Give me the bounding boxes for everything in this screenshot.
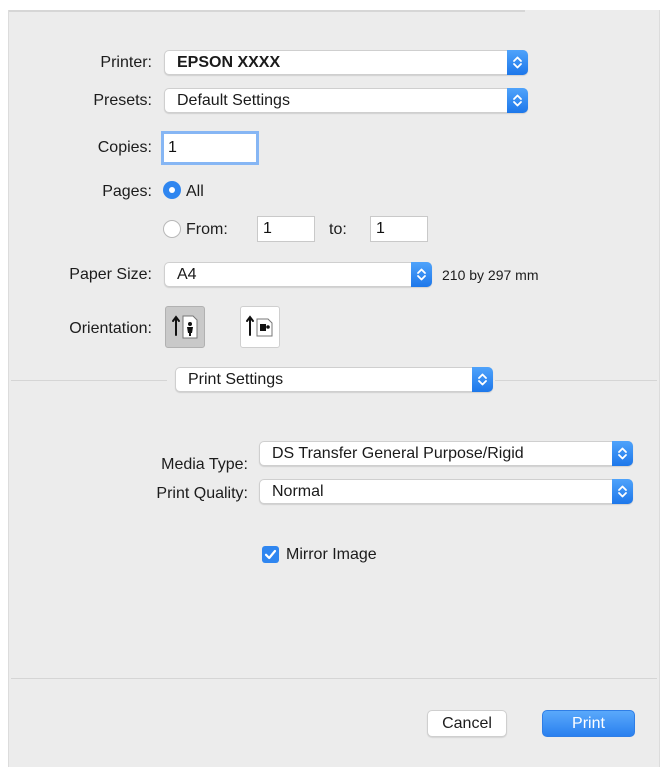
orientation-label: Orientation: bbox=[69, 320, 152, 337]
paper-size-label: Paper Size: bbox=[69, 266, 152, 283]
pages-from-value: 1 bbox=[263, 220, 272, 237]
presets-value: Default Settings bbox=[177, 92, 290, 109]
separator-right bbox=[495, 380, 657, 381]
print-dialog: Printer: EPSON XXXX Presets: Default Set… bbox=[8, 10, 660, 767]
pages-to-label: to: bbox=[329, 221, 347, 238]
mirror-image-checkbox[interactable] bbox=[262, 546, 279, 563]
print-quality-label: Print Quality: bbox=[156, 485, 248, 502]
pages-label: Pages: bbox=[102, 183, 152, 200]
chevron-updown-icon bbox=[411, 262, 432, 287]
chevron-updown-icon bbox=[612, 441, 633, 466]
pages-to-field[interactable]: 1 bbox=[370, 216, 428, 242]
pages-all-radio[interactable] bbox=[163, 181, 181, 199]
print-quality-popup[interactable]: Normal bbox=[259, 479, 633, 504]
copies-value: 1 bbox=[168, 139, 177, 156]
separator-bottom bbox=[11, 678, 657, 679]
presets-label: Presets: bbox=[93, 92, 152, 109]
chevron-updown-icon bbox=[472, 367, 493, 392]
print-quality-value: Normal bbox=[272, 483, 324, 500]
dialog-top-edge bbox=[9, 10, 525, 12]
printer-label: Printer: bbox=[100, 54, 152, 71]
checkmark-icon bbox=[264, 549, 277, 560]
paper-size-popup[interactable]: A4 bbox=[164, 262, 432, 287]
media-type-label: Media Type: bbox=[161, 456, 248, 473]
printer-popup[interactable]: EPSON XXXX bbox=[164, 50, 528, 75]
pages-to-value: 1 bbox=[376, 220, 385, 237]
pages-from-label: From: bbox=[186, 221, 228, 238]
presets-popup[interactable]: Default Settings bbox=[164, 88, 528, 113]
chevron-updown-icon bbox=[507, 88, 528, 113]
cancel-button[interactable]: Cancel bbox=[427, 710, 507, 737]
portrait-orientation-icon bbox=[172, 315, 198, 339]
pages-from-field[interactable]: 1 bbox=[257, 216, 315, 242]
copies-label: Copies: bbox=[97, 139, 152, 156]
mirror-image-label: Mirror Image bbox=[286, 546, 377, 563]
copies-field[interactable]: 1 bbox=[161, 131, 259, 165]
paper-size-dimensions: 210 by 297 mm bbox=[442, 267, 539, 283]
print-settings-value: Print Settings bbox=[188, 371, 284, 388]
separator-left bbox=[11, 380, 167, 381]
media-type-popup[interactable]: DS Transfer General Purpose/Rigid bbox=[259, 441, 633, 466]
printer-value: EPSON XXXX bbox=[177, 54, 281, 71]
chevron-updown-icon bbox=[612, 479, 633, 504]
chevron-updown-icon bbox=[507, 50, 528, 75]
landscape-orientation-button[interactable] bbox=[240, 306, 280, 348]
pages-from-radio[interactable] bbox=[163, 220, 181, 238]
print-button[interactable]: Print bbox=[542, 710, 635, 737]
portrait-orientation-button[interactable] bbox=[165, 306, 205, 348]
paper-size-value: A4 bbox=[177, 266, 197, 283]
landscape-orientation-icon bbox=[246, 315, 273, 337]
pages-all-label: All bbox=[186, 183, 204, 200]
media-type-value: DS Transfer General Purpose/Rigid bbox=[272, 445, 524, 462]
print-settings-popup[interactable]: Print Settings bbox=[175, 367, 493, 392]
